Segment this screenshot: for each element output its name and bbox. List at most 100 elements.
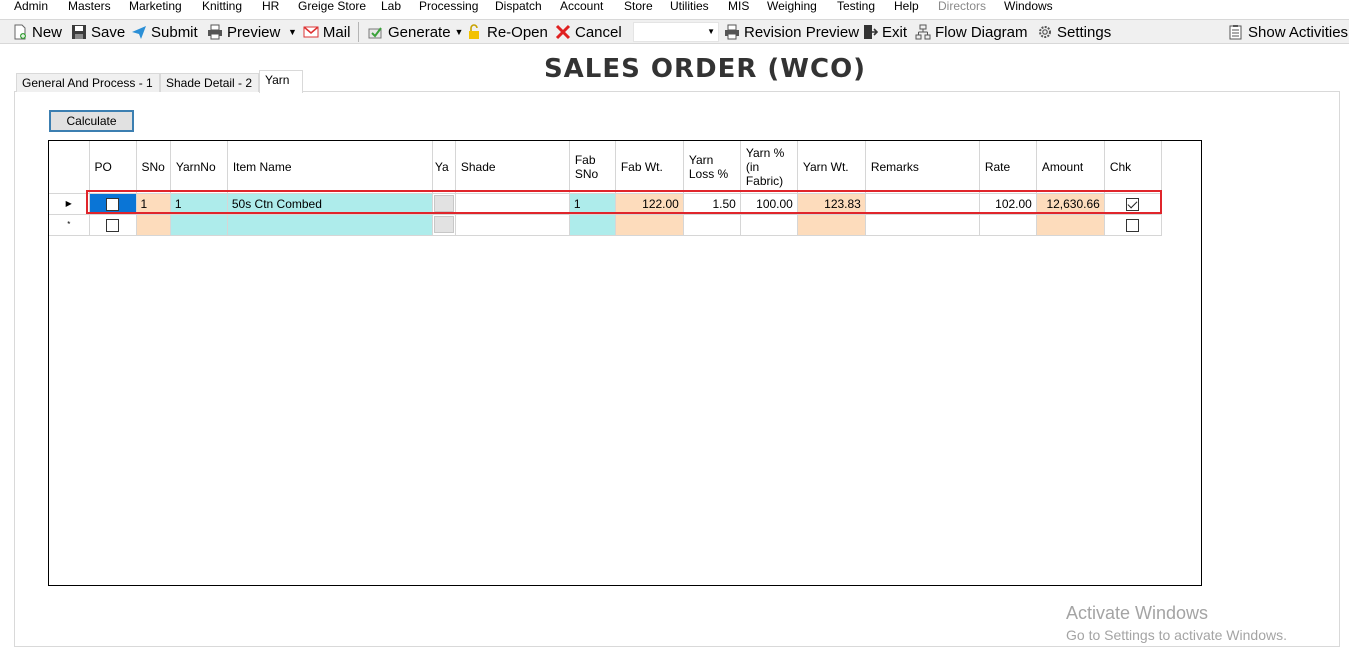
ya-lookup-button[interactable]	[433, 216, 454, 233]
column-header-remarks[interactable]: Remarks	[865, 141, 980, 194]
ya-cell[interactable]	[432, 214, 456, 236]
column-header-yarn-loss[interactable]: Yarn Loss %	[683, 141, 741, 194]
remarks-cell[interactable]	[865, 214, 980, 236]
menu-marketing[interactable]: Marketing	[129, 0, 182, 12]
submit-button[interactable]: Submit	[131, 22, 198, 42]
menu-bar: Admin Masters Marketing Knitting HR Grei…	[0, 0, 1349, 14]
fab-wt-cell[interactable]: 122.00	[615, 193, 684, 215]
settings-button[interactable]: Settings	[1037, 22, 1111, 42]
cancel-button[interactable]: Cancel	[555, 22, 622, 42]
menu-utilities[interactable]: Utilities	[670, 0, 709, 12]
yarn-wt-cell[interactable]: 123.83	[797, 193, 866, 215]
menu-processing[interactable]: Processing	[419, 0, 478, 12]
row-header-corner	[49, 141, 90, 194]
tab-shade-detail[interactable]: Shade Detail - 2	[160, 73, 259, 92]
show-activities-button[interactable]: Show Activities	[1228, 22, 1348, 42]
column-header-yarn-pct[interactable]: Yarn % (in Fabric)	[740, 141, 798, 194]
table-row[interactable]: ▶ 1 1 50s Ctn Combed 1 122.00 1.50 100.0…	[49, 193, 1162, 215]
column-header-shade[interactable]: Shade	[455, 141, 570, 194]
menu-lab[interactable]: Lab	[381, 0, 401, 12]
calculate-button[interactable]: Calculate	[49, 110, 134, 132]
po-checkbox-cell[interactable]	[89, 193, 137, 215]
column-header-yarnno[interactable]: YarnNo	[170, 141, 228, 194]
menu-weighing[interactable]: Weighing	[767, 0, 817, 12]
revision-preview-button[interactable]: Revision Preview	[724, 22, 859, 42]
column-header-fab-sno[interactable]: Fab SNo	[569, 141, 616, 194]
gear-icon	[1039, 26, 1051, 38]
save-button[interactable]: Save	[71, 22, 125, 42]
yarn-loss-cell[interactable]	[683, 214, 741, 236]
menu-testing[interactable]: Testing	[837, 0, 875, 12]
settings-label: Settings	[1057, 23, 1112, 41]
generate-icon	[368, 27, 382, 39]
menu-help[interactable]: Help	[894, 0, 919, 12]
yarnno-cell[interactable]	[170, 214, 228, 236]
po-checkbox-cell[interactable]	[89, 214, 137, 236]
cancel-icon	[555, 24, 571, 40]
amount-cell[interactable]: 12,630.66	[1036, 193, 1105, 215]
mail-button[interactable]: ▼ Mail	[288, 22, 350, 42]
column-header-sno[interactable]: SNo	[136, 141, 171, 194]
menu-masters[interactable]: Masters	[68, 0, 111, 12]
sno-cell[interactable]: 1	[136, 193, 171, 215]
remarks-cell[interactable]	[865, 193, 980, 215]
menu-greige-store[interactable]: Greige Store	[298, 0, 366, 12]
column-header-po[interactable]: PO	[89, 141, 137, 194]
yarnno-cell[interactable]: 1	[170, 193, 228, 215]
po-checkbox[interactable]	[106, 197, 119, 211]
menu-admin[interactable]: Admin	[14, 0, 48, 12]
shade-cell[interactable]	[455, 214, 570, 236]
column-header-rate[interactable]: Rate	[979, 141, 1037, 194]
generate-button[interactable]: Generate ▼	[368, 22, 465, 42]
rate-cell[interactable]: 102.00	[979, 193, 1037, 215]
fab-wt-cell[interactable]	[615, 214, 684, 236]
menu-mis[interactable]: MIS	[728, 0, 749, 12]
yarn-pct-cell[interactable]: 100.00	[740, 193, 798, 215]
po-checkbox[interactable]	[106, 218, 119, 232]
chk-checkbox-cell[interactable]	[1104, 214, 1162, 236]
flow-diagram-button[interactable]: Flow Diagram	[915, 22, 1028, 42]
submit-label: Submit	[151, 23, 198, 41]
reopen-button[interactable]: Re-Open	[467, 22, 548, 42]
chk-checkbox[interactable]	[1126, 218, 1140, 232]
menu-dispatch[interactable]: Dispatch	[495, 0, 542, 12]
save-icon	[72, 25, 86, 39]
menu-windows[interactable]: Windows	[1004, 0, 1053, 12]
item-name-cell[interactable]: 50s Ctn Combed	[227, 193, 433, 215]
column-header-ya[interactable]: Ya	[432, 141, 456, 194]
toolbar-combo[interactable]: ▼	[633, 22, 719, 42]
table-row-new[interactable]: *	[49, 214, 1162, 236]
ya-lookup-button[interactable]	[433, 195, 454, 212]
menu-account[interactable]: Account	[560, 0, 603, 12]
ya-cell[interactable]	[432, 193, 456, 215]
chk-checkbox-cell[interactable]	[1104, 193, 1162, 215]
gmail-icon	[303, 26, 319, 38]
column-header-item-name[interactable]: Item Name	[227, 141, 433, 194]
fab-sno-cell[interactable]	[569, 214, 616, 236]
shade-cell[interactable]	[455, 193, 570, 215]
yarn-loss-cell[interactable]: 1.50	[683, 193, 741, 215]
column-header-amount[interactable]: Amount	[1036, 141, 1105, 194]
yarn-pct-cell[interactable]	[740, 214, 798, 236]
tab-yarn[interactable]: Yarn	[259, 70, 303, 93]
preview-button[interactable]: Preview	[207, 22, 280, 42]
amount-cell[interactable]	[1036, 214, 1105, 236]
tab-general-and-process[interactable]: General And Process - 1	[16, 73, 160, 92]
menu-hr[interactable]: HR	[262, 0, 279, 12]
new-button[interactable]: New	[12, 22, 62, 42]
exit-button[interactable]: Exit	[862, 22, 907, 42]
fab-sno-cell[interactable]: 1	[569, 193, 616, 215]
column-header-fab-wt[interactable]: Fab Wt.	[615, 141, 684, 194]
menu-knitting[interactable]: Knitting	[202, 0, 242, 12]
column-header-chk[interactable]: Chk	[1104, 141, 1162, 194]
item-name-cell[interactable]	[227, 214, 433, 236]
rate-cell[interactable]	[979, 214, 1037, 236]
yarn-wt-cell[interactable]	[797, 214, 866, 236]
generate-dropdown-icon: ▼	[454, 27, 464, 37]
sno-cell[interactable]	[136, 214, 171, 236]
column-header-yarn-wt[interactable]: Yarn Wt.	[797, 141, 866, 194]
chk-checkbox[interactable]	[1126, 197, 1140, 211]
row-indicator-current[interactable]: ▶	[49, 193, 90, 215]
row-indicator-new[interactable]: *	[49, 214, 90, 236]
menu-store[interactable]: Store	[624, 0, 653, 12]
